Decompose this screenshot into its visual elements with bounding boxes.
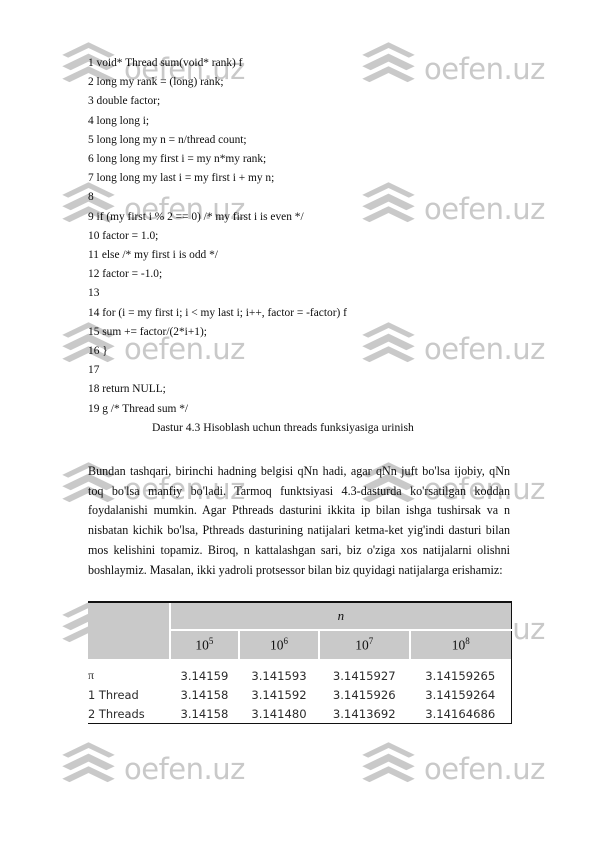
table-cell: 3.1415926 — [332, 687, 396, 702]
code-listing: 1 void* Thread sum(void* rank) f 2 long m… — [88, 54, 508, 419]
table-cell: 3.14158 — [169, 704, 240, 724]
column-header-base: 10 — [355, 637, 369, 653]
table-cell: 3.141480 — [239, 704, 319, 724]
table-cell: 3.14159265 — [409, 666, 512, 685]
table-row: π 3.14159 3.141593 3.1415927 3.14159265 — [88, 666, 512, 685]
corner-cell — [88, 601, 170, 630]
code-line: 6 long long my first i = my n*my rank; — [88, 153, 267, 166]
code-line: 13 — [88, 287, 100, 300]
group-header-n: n — [168, 601, 512, 630]
table-column-header-row: 105 106 107 108 — [88, 629, 512, 659]
code-line: 7 long long my last i = my first i + my … — [88, 172, 275, 185]
row-label: 2 Threads — [88, 704, 170, 724]
column-header-exponent: 7 — [368, 636, 374, 647]
code-line: 8 — [88, 191, 94, 204]
column-header-exponent: 5 — [208, 636, 214, 647]
table-spacer-row — [88, 659, 512, 666]
code-line: 11 else /* my first i is odd */ — [88, 249, 218, 262]
column-header-4: 108 — [408, 629, 512, 659]
code-line: 9 if (my first i % 2 == 0) /* my first i… — [88, 210, 304, 223]
code-line: 10 factor = 1.0; — [88, 229, 159, 242]
column-header-base: 10 — [270, 637, 284, 653]
table-cell: 3.14159 — [180, 668, 229, 683]
table-cell: 3.1413692 — [318, 704, 410, 724]
code-line: 1 void* Thread sum(void* rank) f — [88, 57, 243, 69]
spacer-cell — [88, 659, 170, 666]
row-label: π — [88, 668, 95, 682]
code-line: 16 } — [88, 345, 108, 358]
code-line: 19 g /* Thread sum */ — [88, 402, 189, 415]
column-header-base: 10 — [451, 637, 466, 653]
table-group-header-row: n — [88, 601, 512, 630]
spacer-cell-right — [169, 659, 512, 666]
code-line: 2 long my rank = (long) rank; — [88, 76, 224, 89]
column-header-base: 10 — [195, 637, 209, 653]
table-row: 2 Threads 3.14158 3.141480 3.1413692 3.14164… — [88, 704, 512, 724]
column-header-exponent: 8 — [465, 636, 470, 647]
table-cell: 3.14158 — [180, 687, 229, 702]
page-content: 1 void* Thread sum(void* rank) f 2 long m… — [0, 0, 595, 842]
table-cell: 3.14164686 — [409, 704, 512, 724]
code-line: 14 for (i = my first i; i < my last i; i… — [88, 306, 347, 319]
table-cell: 3.141592 — [251, 687, 307, 702]
table-cell: 3.1415927 — [332, 668, 396, 683]
column-header-3: 107 — [317, 629, 410, 659]
body-paragraph: Bundan tashqari, birinchi hadning belgis… — [88, 464, 510, 577]
code-line: 17 — [88, 364, 100, 377]
column-header-exponent: 6 — [283, 636, 289, 647]
column-header-1: 105 — [168, 629, 240, 659]
table-cell: 3.141593 — [251, 668, 307, 683]
results-table-body: n 105 106 107 108 π 3.14159 3.141593 3.1415927… — [88, 601, 512, 724]
table-row: 1 Thread 3.14158 3.141592 3.1415926 3.141592… — [88, 685, 512, 704]
code-line: 3 double factor; — [88, 95, 161, 108]
col-header-blank — [88, 630, 170, 659]
table-cell: 3.14159264 — [409, 685, 512, 704]
code-line: 15 sum += factor/(2*i+1); — [88, 325, 207, 338]
results-table: n 105 106 107 108 π 3.14159 3.141593 3.1415927… — [88, 601, 512, 724]
code-line: 5 long long my n = n/thread count; — [88, 133, 247, 146]
listing-caption: Dastur 4.3 Hisoblash uchun threads funks… — [152, 421, 414, 434]
column-header-2: 106 — [238, 629, 319, 659]
row-label: 1 Thread — [88, 687, 139, 702]
code-line: 18 return NULL; — [88, 383, 166, 396]
code-line: 4 long long i; — [88, 114, 150, 127]
code-line: 12 factor = -1.0; — [88, 268, 163, 281]
